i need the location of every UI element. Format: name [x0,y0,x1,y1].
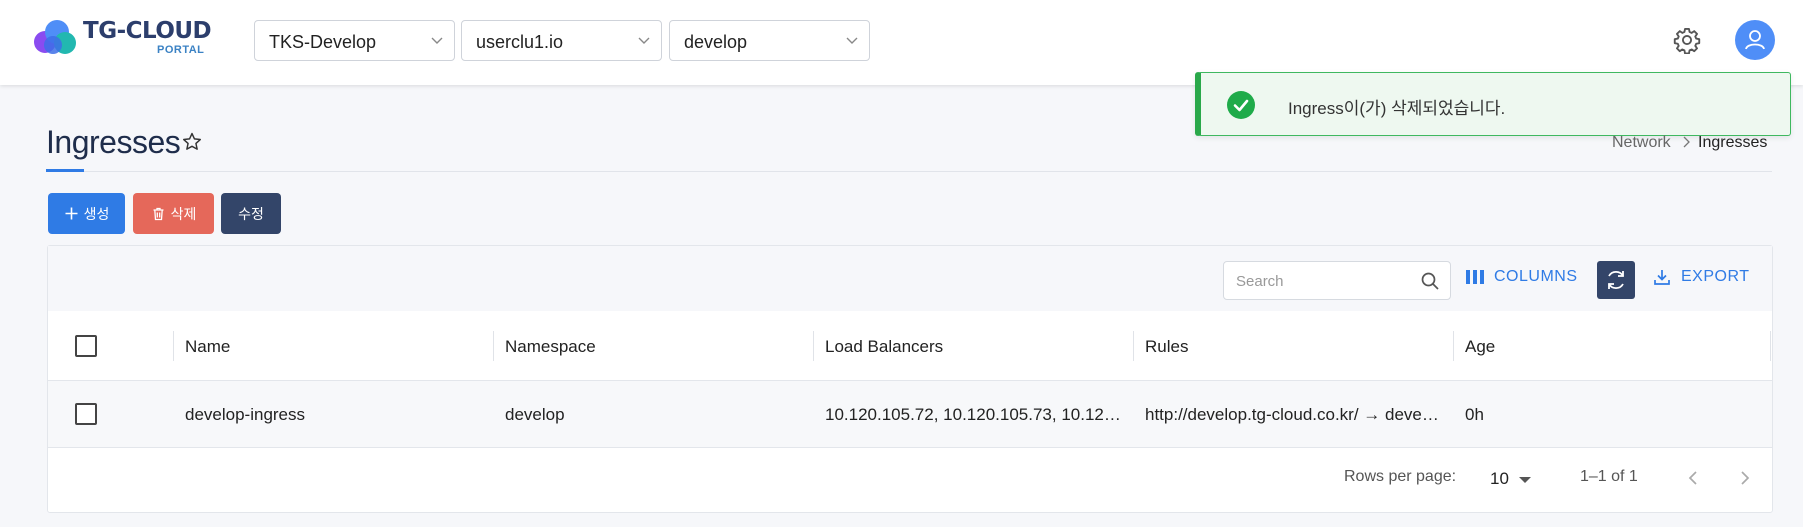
plus-icon [65,207,78,220]
cell-name[interactable]: develop-ingress [185,405,480,425]
chevron-right-icon [1683,136,1690,148]
breadcrumb-ingresses: Ingresses [1698,134,1768,151]
cluster-value: userclu1.io [476,32,564,52]
chevron-down-icon [431,37,443,44]
tg-cloud-logo[interactable]: TG-CLOUD PORTAL [33,18,218,58]
check-circle-icon [1227,91,1255,119]
create-button[interactable]: 생성 [48,193,125,234]
chevron-down-icon [638,37,650,44]
page-title: Ingresses [46,124,181,160]
logo-text: TG-CLOUD [83,18,212,44]
cell-namespace: develop [505,405,565,424]
column-separator [1133,331,1134,361]
caret-down-icon[interactable] [1518,475,1532,485]
title-accent-bar [46,169,84,172]
star-icon[interactable] [181,131,203,153]
columns-button[interactable]: COLUMNS [1466,268,1578,286]
search-icon[interactable] [1420,271,1440,291]
user-avatar[interactable] [1735,20,1775,60]
search-box[interactable] [1223,261,1451,300]
logo-subtext: PORTAL [157,44,205,56]
table-toolbar: COLUMNS EXPORT [48,246,1772,311]
delete-button-label: 삭제 [170,205,197,222]
download-icon [1654,270,1670,285]
namespace-value: develop [684,32,748,52]
column-separator [173,331,174,361]
column-header-load-balancers[interactable]: Load Balancers [825,337,943,357]
export-button[interactable]: EXPORT [1653,268,1750,286]
chevron-right-icon[interactable] [1735,468,1753,488]
cluster-select[interactable]: userclu1.io [461,20,662,61]
cell-load-balancers: 10.120.105.72, 10.120.105.73, 10.120.105… [825,405,1123,424]
cluster-group-value: TKS-Develop [269,32,377,52]
export-button-label: EXPORT [1681,268,1750,285]
table-row[interactable]: develop-ingress develop 10.120.105.72, 1… [48,381,1772,448]
cloud-logo-icon [34,20,76,54]
chevron-down-icon [846,37,858,44]
select-all-checkbox[interactable] [75,335,97,357]
column-separator [1770,331,1771,361]
column-header-rules[interactable]: Rules [1145,337,1188,357]
user-icon [1745,30,1765,50]
columns-icon [1466,270,1484,284]
table-header: Name Namespace Load Balancers Rules Age [48,311,1772,381]
column-header-namespace[interactable]: Namespace [505,337,596,357]
column-separator [493,331,494,361]
gear-icon[interactable] [1673,26,1701,54]
search-input[interactable] [1236,271,1416,291]
column-header-name[interactable]: Name [185,337,230,357]
edit-button[interactable]: 수정 [221,193,281,234]
cell-age: 0h [1465,405,1484,424]
refresh-icon [1608,270,1624,290]
column-header-age[interactable]: Age [1465,337,1495,357]
columns-button-label: COLUMNS [1494,268,1578,285]
cluster-group-select[interactable]: TKS-Develop [254,20,455,61]
column-separator [1453,331,1454,361]
breadcrumb-network[interactable]: Network [1612,134,1671,152]
success-toast: Ingress이(가) 삭제되었습니다. [1195,72,1791,136]
pagination-range: 1–1 of 1 [1580,468,1638,485]
create-button-label: 생성 [83,205,110,222]
delete-button[interactable]: 삭제 [133,193,214,234]
rows-per-page-select[interactable]: 10 [1490,469,1509,489]
namespace-select[interactable]: develop [669,20,870,61]
row-checkbox[interactable] [75,403,97,425]
ingress-table-card: COLUMNS EXPORT Name Namespace Load Balan… [47,245,1773,513]
trash-icon [153,207,164,221]
chevron-left-icon[interactable] [1685,468,1703,488]
column-separator [813,331,814,361]
cell-rules: http://develop.tg-cloud.co.kr/ → develop… [1145,405,1441,424]
edit-button-label: 수정 [238,205,264,222]
toast-message: Ingress이(가) 삭제되었습니다. [1288,99,1506,118]
refresh-button[interactable] [1597,261,1635,299]
title-divider [46,171,1772,172]
rows-per-page-label: Rows per page: [1344,468,1457,485]
